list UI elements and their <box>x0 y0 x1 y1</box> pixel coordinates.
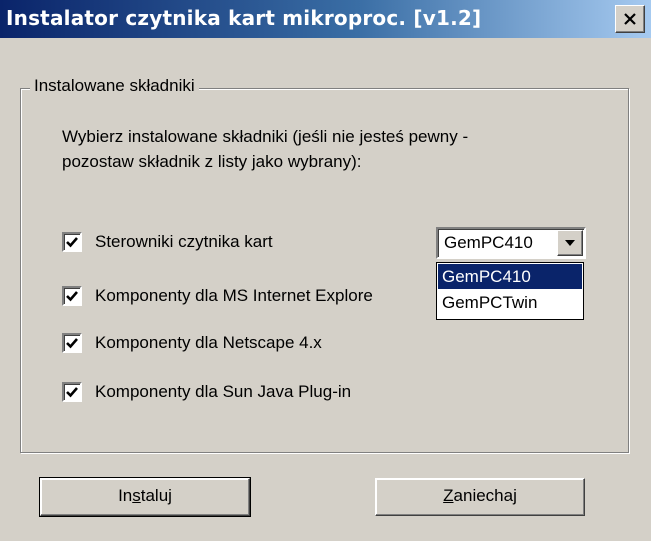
sun-java-label: Komponenty dla Sun Java Plug-in <box>95 382 352 401</box>
ms-ie-label: Komponenty dla MS Internet Explore <box>95 286 373 305</box>
cancel-button[interactable]: Zaniechaj <box>375 478 585 516</box>
instructions-line-1: Wybierz instalowane składniki (jeśli nie… <box>62 127 469 146</box>
reader-model-options-list: GemPC410 GemPCTwin <box>436 262 584 320</box>
component-reader-drivers[interactable]: Sterowniki czytnika kart <box>62 230 273 254</box>
reader-drivers-label: Sterowniki czytnika kart <box>95 232 273 251</box>
reader-model-select[interactable]: GemPC410 <box>436 227 586 259</box>
window-title: Instalator czytnika kart mikroproc. [v1.… <box>6 6 482 30</box>
install-mnemonic: s <box>132 486 141 505</box>
dropdown-button[interactable] <box>557 230 583 256</box>
reader-drivers-checkbox[interactable] <box>62 232 82 252</box>
title-bar[interactable]: Instalator czytnika kart mikroproc. [v1.… <box>0 0 651 38</box>
cancel-label-post: aniechaj <box>453 486 517 505</box>
groupbox-legend: Instalowane składniki <box>30 76 199 96</box>
netscape-checkbox[interactable] <box>62 333 82 353</box>
checkmark-icon <box>66 338 78 349</box>
installer-dialog: Instalator czytnika kart mikroproc. [v1.… <box>0 0 651 541</box>
install-button[interactable]: Instaluj <box>39 477 251 517</box>
sun-java-checkbox[interactable] <box>62 382 82 402</box>
netscape-label: Komponenty dla Netscape 4.x <box>95 333 322 352</box>
chevron-down-icon <box>565 240 575 246</box>
cancel-mnemonic: Z <box>443 486 454 505</box>
install-label-pre: In <box>118 486 133 505</box>
ms-ie-checkbox[interactable] <box>62 286 82 306</box>
checkmark-icon <box>66 291 78 302</box>
reader-model-value: GemPC410 <box>444 233 533 252</box>
component-sun-java[interactable]: Komponenty dla Sun Java Plug-in <box>62 380 351 404</box>
install-label-post: taluj <box>140 486 172 505</box>
component-ms-ie[interactable]: Komponenty dla MS Internet Explore <box>62 284 373 308</box>
close-button[interactable] <box>615 5 645 33</box>
option-gempc410[interactable]: GemPC410 <box>438 264 582 289</box>
component-netscape[interactable]: Komponenty dla Netscape 4.x <box>62 331 322 355</box>
option-gempctwin[interactable]: GemPCTwin <box>438 290 582 315</box>
checkmark-icon <box>66 387 78 398</box>
close-icon <box>623 13 637 25</box>
checkmark-icon <box>66 237 78 248</box>
instructions-text: Wybierz instalowane składniki (jeśli nie… <box>62 124 602 174</box>
instructions-line-2: pozostaw składnik z listy jako wybrany): <box>62 152 362 171</box>
